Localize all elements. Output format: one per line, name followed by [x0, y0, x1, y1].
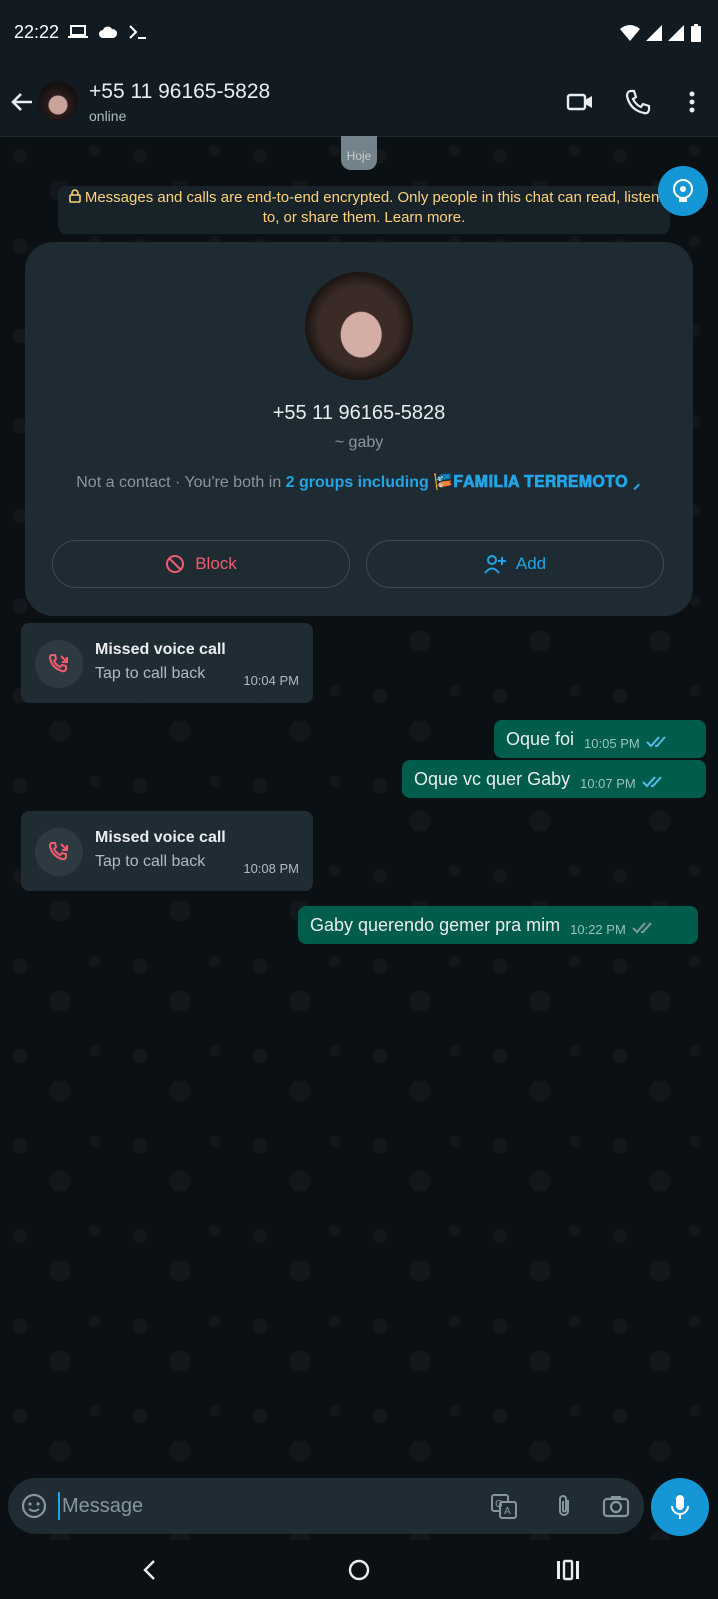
card-groups-info: Not a contact · You're both in 2 groups …	[55, 468, 663, 498]
terminal-icon	[129, 25, 146, 39]
block-label: Block	[195, 554, 237, 573]
card-nickname: ~ gaby	[334, 434, 384, 451]
avatar[interactable]	[38, 81, 78, 121]
mic-button[interactable]	[651, 1478, 709, 1536]
missed-call-message[interactable]: Missed voice call Tap to call back 10:08…	[21, 811, 313, 891]
battery-icon	[691, 24, 701, 42]
svg-text:G: G	[495, 1499, 503, 1510]
nav-back-icon	[143, 1560, 155, 1580]
message-time: 10:05 PM	[584, 735, 640, 751]
laptop-icon	[68, 25, 88, 38]
video-call-icon[interactable]	[566, 88, 594, 116]
message-time: 10:04 PM	[243, 673, 299, 688]
message-time: 10:07 PM	[580, 775, 636, 791]
status-time: 22:22	[14, 22, 60, 42]
message-text: Oque vc quer Gaby	[414, 768, 571, 789]
outgoing-message[interactable]: Gaby querendo gemer pra mim 10:22 PM	[298, 906, 698, 944]
signal-icon	[646, 25, 662, 41]
missed-call-icon	[48, 842, 68, 861]
add-contact-button[interactable]: Add	[366, 540, 664, 588]
encryption-notice-text: Messages and calls are end-to-end encryp…	[84, 189, 660, 226]
outgoing-message[interactable]: Oque vc quer Gaby 10:07 PM	[402, 760, 706, 798]
nav-home-icon	[348, 1559, 370, 1581]
call-icon-wrap	[35, 828, 83, 876]
svg-text:A: A	[504, 1506, 511, 1517]
message-time: 10:08 PM	[243, 861, 299, 876]
date-chip: Hoje	[341, 136, 377, 170]
missed-call-title: Missed voice call	[95, 641, 226, 658]
block-icon	[166, 555, 185, 573]
read-ticks-icon	[642, 775, 666, 789]
message-composer: Message GA	[8, 1478, 644, 1534]
system-nav-bar	[0, 1540, 718, 1599]
back-arrow-icon[interactable]	[6, 86, 38, 118]
nav-home-button[interactable]	[343, 1554, 375, 1586]
cloud-icon	[99, 26, 118, 38]
voice-call-icon[interactable]	[624, 88, 652, 116]
message-text: Oque foi	[506, 728, 575, 749]
sticker-icon[interactable]	[20, 1492, 48, 1520]
attach-icon[interactable]	[550, 1492, 578, 1520]
nav-recents-icon	[557, 1559, 579, 1581]
outgoing-message[interactable]: Oque foi 10:05 PM	[494, 720, 706, 758]
message-time: 10:22 PM	[570, 921, 626, 937]
block-button[interactable]: Block	[52, 540, 350, 588]
status-bar: 22:22	[0, 0, 718, 68]
camera-icon[interactable]	[602, 1492, 630, 1520]
encryption-notice[interactable]: Messages and calls are end-to-end encryp…	[58, 186, 670, 234]
card-info-prefix: Not a contact · You're both in	[76, 474, 282, 491]
message-input[interactable]: Message	[58, 1492, 143, 1520]
more-vert-icon[interactable]	[678, 88, 706, 116]
contact-avatar[interactable]	[305, 272, 413, 380]
contact-name[interactable]: +55 11 96165-5828	[89, 80, 270, 104]
delivered-ticks-icon	[632, 921, 656, 935]
message-text: Gaby querendo gemer pra mim	[310, 914, 561, 935]
read-ticks-icon	[645, 735, 670, 749]
lock-icon	[68, 189, 81, 203]
contact-info-card: +55 11 96165-5828 ~ gaby Not a contact ·…	[25, 242, 693, 616]
call-icon-wrap	[35, 640, 83, 688]
missed-call-subtitle: Tap to call back	[95, 853, 206, 870]
missed-call-icon	[48, 654, 68, 673]
missed-call-message[interactable]: Missed voice call Tap to call back 10:04…	[21, 623, 313, 703]
nav-back-button[interactable]	[134, 1554, 166, 1586]
card-phone-number: +55 11 96165-5828	[272, 402, 446, 424]
nav-recents-button[interactable]	[552, 1554, 584, 1586]
translate-icon[interactable]: GA	[490, 1492, 518, 1520]
wifi-icon	[620, 25, 640, 41]
lightbulb-icon	[673, 179, 693, 202]
add-label: Add	[515, 554, 547, 573]
chat-header: +55 11 96165-5828 online	[0, 68, 718, 137]
missed-call-subtitle: Tap to call back	[95, 665, 206, 682]
signal-icon	[668, 25, 684, 41]
groups-link[interactable]: 2 groups including 🎏𝐅𝐀𝐌𝐈́𝐋𝐈𝐀 𝐓𝐄𝐑𝐑𝐄𝐌𝐎𝐓𝐎 ⸝	[286, 474, 642, 491]
mic-icon	[671, 1495, 689, 1519]
meta-ai-button[interactable]	[658, 166, 708, 216]
missed-call-title: Missed voice call	[95, 829, 226, 846]
add-person-icon	[484, 555, 506, 574]
contact-status: online	[89, 108, 127, 124]
